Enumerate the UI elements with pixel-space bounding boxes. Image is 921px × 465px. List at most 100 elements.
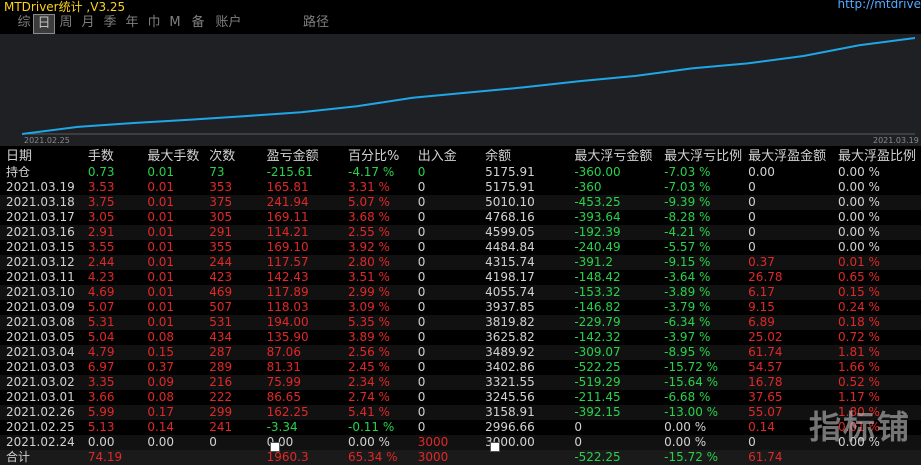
cell-9: 0.00 % [664,435,707,449]
tab-7[interactable]: M [166,14,184,32]
cell-6: 0 [417,195,426,209]
table-row[interactable]: 2021.02.26 5.99 0.17 299 162.25 5.41 % 0 3158.9… [0,405,921,420]
table-row[interactable]: 2021.03.10 4.69 0.01 469 117.89 2.99 % 0 4055.7… [0,285,921,300]
cell-1: 2.91 [87,225,115,239]
tab-3[interactable]: 月 [78,14,98,32]
cell-9: -15.64 % [664,375,719,389]
cell-10: 0 [748,195,756,209]
table-row[interactable]: 2021.02.25 5.13 0.14 241 -3.34 -0.11 % 0 2996.6… [0,420,921,435]
table-row[interactable]: 2021.02.240.000.0000.000.00 %30003000.00… [0,435,921,450]
cell-2 [141,450,203,465]
col-header-3[interactable]: 次数 [203,148,260,165]
cell-5: 3.31 % [348,180,390,194]
cell-5: 3.89 % [348,330,390,344]
table-row[interactable]: 2021.03.11 4.23 0.01 423 142.43 3.51 % 0 4198.1… [0,270,921,285]
col-header-6[interactable]: 出入金 [412,148,479,165]
cell-4: 86.65 [266,390,301,404]
table-row[interactable]: 2021.03.04 4.79 0.15 287 87.06 2.56 % 0 3489.92… [0,345,921,360]
table-row[interactable]: 2021.03.01 3.66 0.08 222 86.65 2.74 % 0 3245.56… [0,390,921,405]
tab-4[interactable]: 季 [100,14,120,32]
cell-11: 0.52 % [838,375,880,389]
cell-5: 2.56 % [348,345,390,359]
cell-1: 74.19 [87,450,123,464]
col-header-0[interactable]: 日期 [0,148,82,165]
cell-8: -453.25 [574,195,621,209]
total-row[interactable]: 合计 74.19 1960.3 65.34 % 3000 -522.25 -15.72 % 6… [0,450,921,465]
cell-0: 2021.03.03 [6,360,75,374]
col-header-4[interactable]: 盈亏金额 [261,148,342,165]
cell-11: 0.00 % [838,225,880,239]
table-row[interactable]: 2021.03.09 5.07 0.01 507 118.03 3.09 % 0 3937.8… [0,300,921,315]
cell-1: 6.97 [87,360,115,374]
cell-3: 353 [209,180,233,194]
cell-6: 3000 [417,450,449,464]
cell-10: 0.37 [748,255,775,269]
cell-7: 4599.05 [485,225,535,239]
cell-4: 81.31 [266,360,301,374]
cell-10: 25.02 [748,330,783,344]
cell-1: 3.55 [87,240,115,254]
table-row[interactable]: 2021.03.15 3.55 0.01 355 169.10 3.92 % 0 4484.8… [0,240,921,255]
col-header-8[interactable]: 最大浮亏金额 [568,148,658,165]
col-header-9[interactable]: 最大浮亏比例 [658,148,742,165]
cell-9: 0.00 % [664,420,707,434]
table-row[interactable]: 2021.03.02 3.35 0.09 216 75.99 2.34 % 0 3321.55… [0,375,921,390]
table-row[interactable]: 2021.03.18 3.75 0.01 375 241.94 5.07 % 0 5010.1… [0,195,921,210]
cell-1: 5.04 [87,330,115,344]
cell-4: 142.43 [266,270,309,284]
cell-9: -6.34 % [664,315,711,329]
cell-2: 0.14 [147,420,175,434]
cell-0: 2021.03.05 [6,330,75,344]
table-row[interactable]: 2021.03.12 2.44 0.01 244 117.57 2.80 % 0 4315.7… [0,255,921,270]
table-row[interactable]: 2021.03.05 5.04 0.08 434 135.90 3.89 % 0 3625.8… [0,330,921,345]
cell-6: 0 [417,375,426,389]
cell-4: 87.06 [266,345,301,359]
tab-1[interactable]: 日 [33,14,55,34]
cell-11: 0.00 % [838,180,880,194]
status-icon [270,442,280,452]
cell-10: 0 [748,180,756,194]
position-row[interactable]: 持仓 0.73 0.01 73 -215.61 -4.17 % 0 5175.91 -360.0… [0,165,921,180]
table-row[interactable]: 2021.03.19 3.53 0.01 353 165.81 3.31 % 0 5175.9… [0,180,921,195]
col-header-5[interactable]: 百分比% [342,148,412,165]
table-row[interactable]: 2021.03.17 3.05 0.01 305 169.11 3.68 % 0 4768.1… [0,210,921,225]
cell-6: 0 [417,330,426,344]
cell-11: 0.24 % [838,300,880,314]
table-row[interactable]: 2021.03.16 2.91 0.01 291 114.21 2.55 % 0 4599.0… [0,225,921,240]
col-header-7[interactable]: 余额 [479,148,568,165]
col-header-1[interactable]: 手数 [82,148,142,165]
cell-6: 0 [417,165,426,179]
cell-0: 2021.03.18 [6,195,75,209]
cell-2: 0.01 [147,210,175,224]
cell-2: 0.01 [147,165,175,179]
cell-6: 0 [417,240,426,254]
cell-10: 26.78 [748,270,783,284]
cell-2: 0.01 [147,240,175,254]
tab-2[interactable]: 周 [56,14,76,32]
cell-9: -15.72 % [664,360,719,374]
cell-7: 2996.66 [485,420,535,434]
col-header-10[interactable]: 最大浮盈金额 [742,148,832,165]
cell-7: 3158.91 [485,405,535,419]
col-header-11[interactable]: 最大浮盈比例 [832,148,921,165]
table-row[interactable]: 2021.03.08 5.31 0.01 531 194.00 5.35 % 0 3819.8… [0,315,921,330]
cell-5: 2.99 % [348,285,390,299]
cell-8: -240.49 [574,240,621,254]
cell-8: 0 [574,435,582,449]
tab-5[interactable]: 年 [122,14,142,32]
tab-6[interactable]: 巾 [144,14,164,32]
website-link[interactable]: http://mtdrive [837,0,921,11]
table-row[interactable]: 2021.03.03 6.97 0.37 289 81.31 2.45 % 0 3402.86… [0,360,921,375]
tab-10[interactable]: 路径 [298,14,334,32]
cell-0: 2021.02.25 [6,420,75,434]
tab-0[interactable]: 综 [14,14,34,32]
tab-9[interactable]: 账户 [211,14,246,32]
cell-3: 299 [209,405,233,419]
cell-8: -142.32 [574,330,621,344]
cell-8: -519.29 [574,375,621,389]
tab-8[interactable]: 备 [188,14,208,32]
col-header-2[interactable]: 最大手数 [141,148,203,165]
cell-7: 4484.84 [485,240,535,254]
cell-11 [832,450,921,465]
cell-3: 531 [209,315,233,329]
